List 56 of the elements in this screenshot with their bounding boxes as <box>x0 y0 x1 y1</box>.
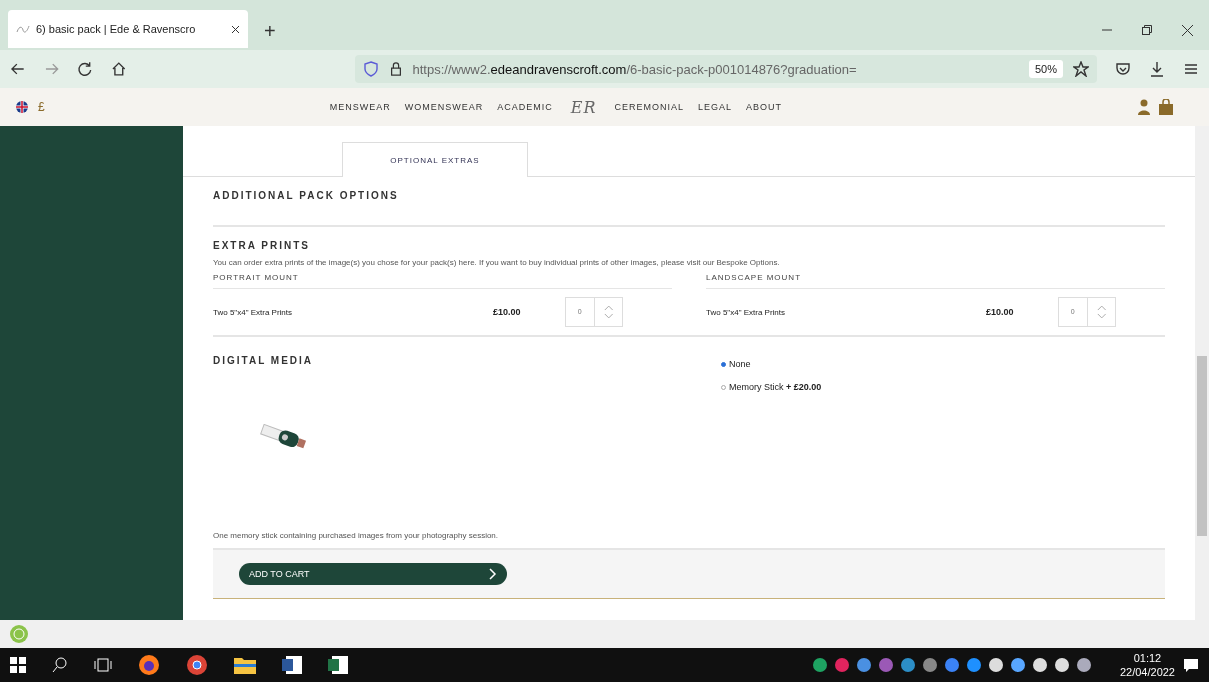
nav-link[interactable]: ABOUT <box>746 102 782 112</box>
description-text: One memory stick containing purchased images from your photography session. <box>213 531 500 542</box>
browser-icon[interactable] <box>186 654 208 676</box>
clock[interactable]: 01:12 22/04/2022 <box>1119 651 1175 679</box>
radio-option[interactable]: Memory Stick + £20.00 <box>721 382 822 392</box>
description-text: You can order extra prints of the image(s) you chose for your pack(s) here. If you want to buy individual prints of other images, please visit our Bespoke Options. <box>213 258 781 267</box>
add-to-cart-button[interactable]: ADD TO CART <box>239 563 507 585</box>
new-tab-button[interactable]: + <box>258 19 282 43</box>
logo[interactable]: ER <box>570 97 597 117</box>
account-icon[interactable] <box>1137 99 1151 115</box>
star-icon[interactable] <box>1073 61 1089 77</box>
url-text: https://www2.edeandravenscroft.com/6-basic-pack-p001014876?graduation= <box>412 61 858 77</box>
product-name: Two 5"x4" Extra Prints <box>706 307 787 317</box>
column-heading: LANDSCAPE MOUNT <box>706 273 1165 289</box>
task-view-icon[interactable] <box>94 658 112 672</box>
chevron-icon <box>489 568 497 580</box>
windows-icon[interactable] <box>10 657 26 673</box>
search-icon[interactable] <box>52 657 68 673</box>
back-icon[interactable] <box>10 61 26 77</box>
nav-link[interactable]: LEGAL <box>697 102 732 112</box>
zoom-level-button[interactable]: 50% <box>1028 60 1063 78</box>
flag-icon[interactable] <box>16 101 28 113</box>
reload-icon[interactable] <box>77 61 93 77</box>
menu-icon[interactable] <box>1183 61 1199 77</box>
browser-tab[interactable]: 6) basic pack | Ede & Ravenscro <box>8 10 248 48</box>
section-heading: DIGITAL MEDIA <box>213 355 315 366</box>
close-icon[interactable] <box>231 24 240 34</box>
usb-stick-drawing <box>259 424 309 450</box>
tab[interactable]: OPTIONAL EXTRAS <box>342 142 528 177</box>
product-name: Two 5"x4" Extra Prints <box>213 307 294 317</box>
radio-option[interactable]: None <box>721 359 822 369</box>
restore-icon[interactable] <box>1142 24 1152 35</box>
currency-selector[interactable]: £ <box>38 100 45 114</box>
section-heading: ADDITIONAL PACK OPTIONS <box>213 190 400 201</box>
nav-link[interactable]: MENSWEAR <box>329 102 391 112</box>
download-icon[interactable] <box>1149 61 1165 77</box>
pocket-icon[interactable] <box>1115 61 1131 77</box>
logo-icon <box>16 24 30 34</box>
product-price: £10.00 <box>986 307 1015 317</box>
nav-link[interactable]: CEREMONIAL <box>614 102 684 112</box>
folder-icon[interactable] <box>234 656 256 674</box>
lock-icon <box>388 62 403 76</box>
document-icon[interactable] <box>282 655 302 675</box>
product-price: £10.00 <box>493 307 522 317</box>
bag-icon[interactable] <box>1159 99 1173 115</box>
scrollbar[interactable] <box>1195 126 1209 620</box>
notification-icon[interactable] <box>1183 657 1199 673</box>
section-heading: EXTRA PRINTS <box>213 240 311 251</box>
spreadsheet-icon[interactable] <box>328 655 348 675</box>
address-bar[interactable]: https://www2.edeandravenscroft.com/6-basic-pack-p001014876?graduation= 50% <box>354 55 1097 83</box>
column-heading: PORTRAIT MOUNT <box>213 273 672 289</box>
close-icon[interactable] <box>1182 24 1193 36</box>
home-icon[interactable] <box>110 61 127 77</box>
nav-link[interactable]: ACADEMIC <box>497 102 553 112</box>
nav-link[interactable]: WOMENSWEAR <box>404 102 484 112</box>
shield-icon <box>362 61 379 77</box>
